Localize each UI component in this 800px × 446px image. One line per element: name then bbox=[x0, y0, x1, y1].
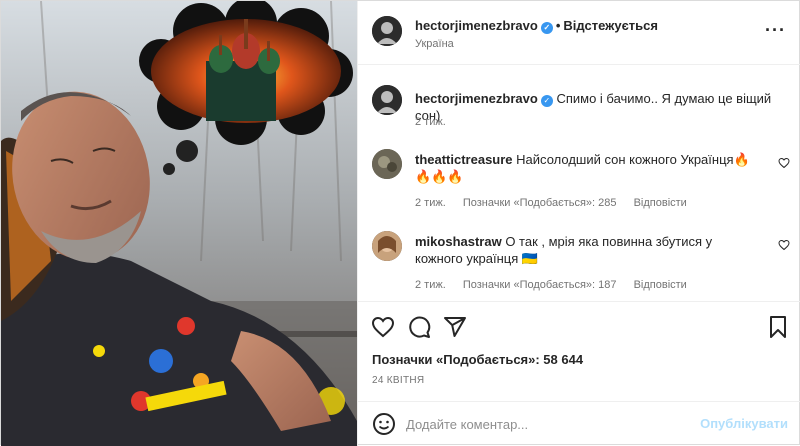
more-horizontal-icon[interactable]: ··· bbox=[765, 21, 786, 39]
publish-button[interactable]: Опублікувати bbox=[700, 416, 788, 431]
verified-badge-icon: ✓ bbox=[540, 95, 553, 107]
comment-avatar[interactable] bbox=[372, 231, 402, 261]
comment-reply-button[interactable]: Відповісти bbox=[634, 197, 687, 209]
emoji-icon[interactable] bbox=[372, 412, 396, 436]
like-comment-heart-icon[interactable] bbox=[778, 157, 790, 169]
comment-text-block: mikoshastraw О так , мрія яка повинна зб… bbox=[415, 233, 760, 267]
separator-dot: • bbox=[555, 18, 561, 33]
photo-illustration bbox=[1, 1, 357, 446]
comment-icon[interactable] bbox=[407, 315, 431, 339]
comment-likes-count[interactable]: Позначки «Подобається»: 285 bbox=[463, 197, 617, 209]
comment-reply-button[interactable]: Відповісти bbox=[634, 279, 687, 291]
comment-meta: 2 тиж. Позначки «Подобається»: 285 Відпо… bbox=[415, 197, 701, 209]
comment-input[interactable] bbox=[406, 412, 696, 436]
post-likes-count[interactable]: Позначки «Подобається»: 58 644 bbox=[372, 352, 583, 367]
caption-meta: 2 тиж. bbox=[415, 116, 460, 128]
post-header: hectorjimenezbravo ✓ • Відстежується Україн… bbox=[358, 1, 800, 65]
caption-text-block: hectorjimenezbravo ✓ Спимо і бачимо.. Я д… bbox=[415, 90, 785, 124]
post-date[interactable]: 24 КВІТНЯ bbox=[372, 375, 424, 386]
comment-time[interactable]: 2 тиж. bbox=[415, 197, 446, 209]
caption-time[interactable]: 2 тиж. bbox=[415, 116, 446, 128]
add-comment-bar: Опублікувати bbox=[358, 401, 800, 446]
comment-username[interactable]: mikoshastraw bbox=[415, 234, 502, 249]
caption-username[interactable]: hectorjimenezbravo bbox=[415, 91, 538, 106]
verified-badge-icon: ✓ bbox=[540, 22, 553, 34]
author-username[interactable]: hectorjimenezbravo bbox=[415, 18, 538, 33]
post-dialog: hectorjimenezbravo ✓ • Відстежується Україн… bbox=[0, 0, 800, 446]
like-comment-heart-icon[interactable] bbox=[778, 239, 790, 251]
comment-username[interactable]: theattictreasure bbox=[415, 152, 513, 167]
comment-meta: 2 тиж. Позначки «Подобається»: 187 Відпо… bbox=[415, 279, 701, 291]
comment-text-block: theattictreasure Найсолодший сон кожного… bbox=[415, 151, 760, 185]
comment-avatar[interactable] bbox=[372, 149, 402, 179]
post-photo[interactable] bbox=[1, 1, 357, 446]
bookmark-icon[interactable] bbox=[766, 315, 790, 339]
author-avatar[interactable] bbox=[372, 16, 402, 46]
heart-icon[interactable] bbox=[371, 315, 395, 339]
post-location[interactable]: Україна bbox=[415, 38, 454, 50]
follow-status-button[interactable]: Відстежується bbox=[563, 18, 658, 33]
author-line: hectorjimenezbravo ✓ • Відстежується bbox=[415, 18, 658, 34]
comment-likes-count[interactable]: Позначки «Подобається»: 187 bbox=[463, 279, 617, 291]
post-actions: Позначки «Подобається»: 58 644 24 КВІТНЯ bbox=[358, 301, 800, 401]
caption-avatar[interactable] bbox=[372, 85, 402, 115]
comment-time[interactable]: 2 тиж. bbox=[415, 279, 446, 291]
post-details-panel: hectorjimenezbravo ✓ • Відстежується Україн… bbox=[357, 1, 800, 446]
share-icon[interactable] bbox=[443, 315, 467, 339]
comments-list: hectorjimenezbravo ✓ Спимо і бачимо.. Я д… bbox=[358, 65, 800, 301]
